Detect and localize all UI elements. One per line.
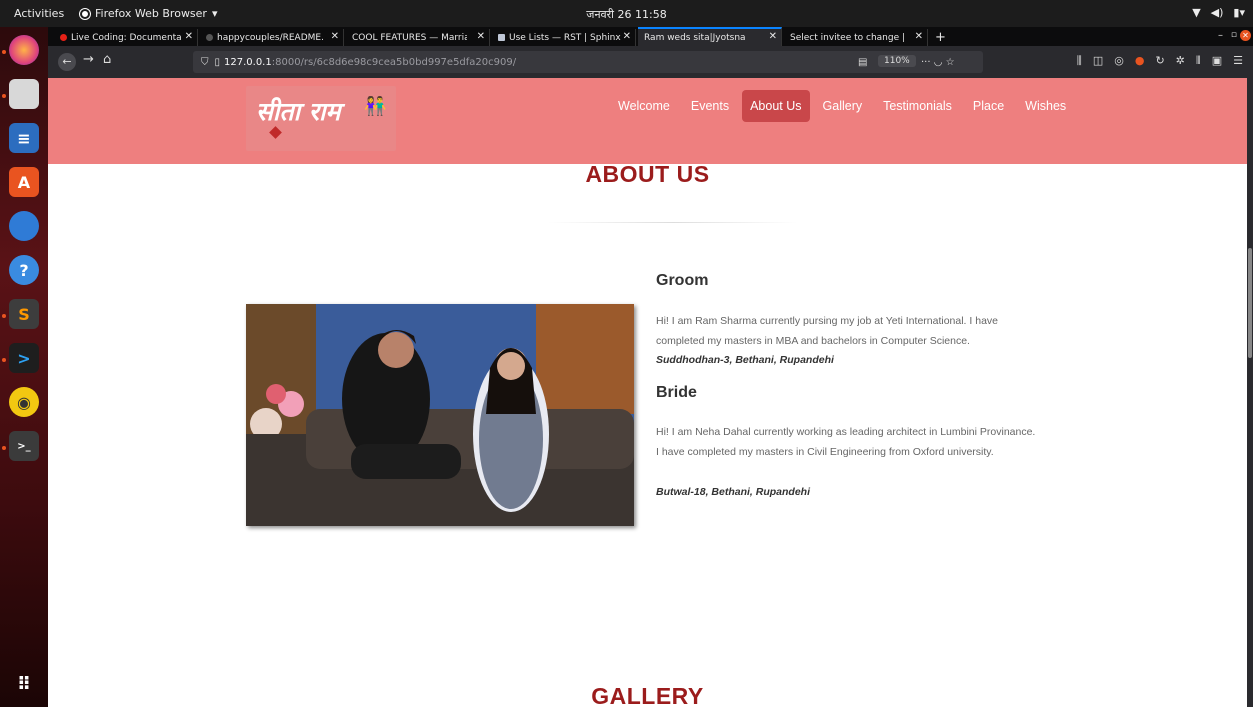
- tab-label: happycouples/README.: [217, 32, 324, 43]
- tab-cool-features[interactable]: COOL FEATURES — Marriag ✕: [346, 29, 490, 46]
- menu-icon[interactable]: ☰: [1233, 54, 1243, 68]
- bars-icon[interactable]: ⦀: [1196, 54, 1201, 68]
- youtube-icon: [60, 34, 67, 41]
- bride-address: Butwal-18, Bethani, Rupandehi: [656, 486, 811, 498]
- github-icon: [206, 34, 213, 41]
- running-indicator: [2, 50, 6, 54]
- wifi-icon: ▼: [1192, 6, 1201, 19]
- tab-ram-weds-sita[interactable]: Ram weds sita|Jyotsna ✕: [638, 27, 782, 46]
- software-dock-icon[interactable]: A: [9, 167, 39, 197]
- about-us-title: ABOUT US: [585, 161, 710, 187]
- nav-events[interactable]: Events: [683, 90, 737, 122]
- page-icon: ▯: [214, 56, 221, 68]
- close-icon[interactable]: ✕: [769, 31, 777, 42]
- close-icon[interactable]: ✕: [185, 31, 193, 42]
- site-logo[interactable]: सीता राम 👫: [246, 86, 396, 151]
- volume-icon: ◀): [1210, 6, 1224, 19]
- firefox-dock-icon[interactable]: [9, 35, 39, 65]
- page-scrollbar[interactable]: [1247, 78, 1253, 707]
- tab-happycouples[interactable]: happycouples/README. ✕: [200, 29, 344, 46]
- rhythmbox-dock-icon[interactable]: ◉: [9, 387, 39, 417]
- browser-tab-strip: Live Coding: Documenta ✕ happycouples/RE…: [48, 27, 1253, 46]
- files-dock-icon[interactable]: [9, 79, 39, 109]
- nav-wishes[interactable]: Wishes: [1017, 90, 1074, 122]
- toolbar-icons: ⫼ ◫ ◎ ● ↻ ✲ ⦀ ▣ ☰: [1077, 54, 1243, 68]
- zoom-level[interactable]: 110%: [878, 55, 916, 67]
- page-actions-icon[interactable]: ··· ◡ ☆: [921, 57, 955, 68]
- tab-select-invitee[interactable]: Select invitee to change | D ✕: [784, 29, 928, 46]
- shield-icon: ⛉: [201, 56, 209, 68]
- running-indicator: [2, 314, 6, 318]
- running-indicator: [2, 446, 6, 450]
- tab-use-lists[interactable]: Use Lists — RST | Sphinx ✕: [492, 29, 636, 46]
- couple-icon: 👫: [364, 96, 387, 117]
- url-bar[interactable]: ⛉ ▯ 127.0.0.1:8000/rs/6c8d6e98c9cea5b0bd…: [193, 51, 983, 73]
- close-icon[interactable]: ✕: [623, 31, 631, 42]
- tab-label: Live Coding: Documenta: [71, 32, 182, 43]
- gallery-title: GALLERY: [591, 683, 704, 707]
- groom-description: Hi! I am Ram Sharma currently pursing my…: [656, 315, 998, 347]
- bride-description: Hi! I am Neha Dahal currently working as…: [656, 426, 1036, 458]
- running-indicator: [2, 358, 6, 362]
- nav-testimonials[interactable]: Testimonials: [875, 90, 960, 122]
- couple-photo-image: [246, 304, 634, 526]
- nav-gallery[interactable]: Gallery: [815, 90, 871, 122]
- reader-icon[interactable]: ▣: [1212, 54, 1222, 68]
- tab-label: COOL FEATURES — Marriag: [352, 32, 467, 43]
- tab-label: Select invitee to change | D: [790, 32, 905, 43]
- groom-heading: Groom: [656, 272, 709, 289]
- groom-address: Suddhodhan-3, Bethani, Rupandehi: [656, 354, 834, 366]
- web-page: सीता राम 👫 Welcome Events About Us Galle…: [48, 78, 1247, 707]
- ubuntu-dock: ≡ A ? S > ◉ >_ ⠿: [0, 27, 48, 707]
- reader-view-icon[interactable]: ▤: [858, 57, 867, 68]
- show-apps-icon[interactable]: ⠿: [9, 669, 39, 699]
- site-nav: Welcome Events About Us Gallery Testimon…: [610, 90, 1079, 122]
- bride-heading: Bride: [656, 384, 697, 401]
- nav-place[interactable]: Place: [965, 90, 1012, 122]
- close-icon[interactable]: ✕: [915, 31, 923, 42]
- running-indicator: [2, 94, 6, 98]
- url-path: :8000/rs/6c8d6e98c9cea5b0bd997e5dfa20c90…: [271, 56, 517, 68]
- nav-welcome[interactable]: Welcome: [610, 90, 678, 122]
- sublime-dock-icon[interactable]: S: [9, 299, 39, 329]
- settings-icon[interactable]: ✲: [1176, 54, 1185, 68]
- back-arrow-icon[interactable]: ←: [58, 53, 76, 71]
- writer-dock-icon[interactable]: ≡: [9, 123, 39, 153]
- url-host: 127.0.0.1: [224, 56, 272, 68]
- battery-icon: ▮▾: [1233, 6, 1245, 19]
- system-clock[interactable]: जनवरी 26 11:58: [0, 7, 1253, 22]
- forward-arrow-icon[interactable]: →: [83, 52, 94, 67]
- account-icon[interactable]: ◎: [1114, 54, 1124, 68]
- logo-text: सीता राम: [256, 97, 341, 126]
- document-icon: [498, 34, 505, 41]
- restore-icon[interactable]: ▫: [1231, 30, 1237, 40]
- close-icon[interactable]: ✕: [331, 31, 339, 42]
- terminal-dock-icon[interactable]: >_: [9, 431, 39, 461]
- browser-nav-bar: ← → ⌂ ⛉ ▯ 127.0.0.1:8000/rs/6c8d6e98c9ce…: [48, 46, 1253, 78]
- tab-label: Use Lists — RST | Sphinx: [509, 32, 621, 43]
- couple-photo: [246, 304, 634, 526]
- vscode-dock-icon[interactable]: >: [9, 343, 39, 373]
- tab-label: Ram weds sita|Jyotsna: [644, 32, 746, 43]
- reload-icon[interactable]: ↻: [1155, 54, 1164, 68]
- window-close-icon[interactable]: ✕: [1240, 30, 1251, 41]
- diamond-icon: [269, 126, 282, 139]
- help-dock-icon[interactable]: ?: [9, 255, 39, 285]
- section-divider: [548, 222, 798, 223]
- minimize-icon[interactable]: –: [1218, 30, 1223, 41]
- tab-live-coding[interactable]: Live Coding: Documenta ✕: [54, 29, 198, 46]
- close-icon[interactable]: ✕: [477, 31, 485, 42]
- nav-about-us[interactable]: About Us: [742, 90, 810, 122]
- system-top-bar: Activities Firefox Web Browser ▾ जनवरी 2…: [0, 0, 1253, 27]
- sidebar-icon[interactable]: ◫: [1093, 54, 1103, 68]
- extension-icon[interactable]: ●: [1135, 54, 1145, 68]
- thunderbird-dock-icon[interactable]: [9, 211, 39, 241]
- home-icon[interactable]: ⌂: [103, 52, 111, 67]
- site-header: सीता राम 👫 Welcome Events About Us Galle…: [48, 78, 1247, 164]
- new-tab-button[interactable]: +: [932, 29, 950, 46]
- scroll-thumb[interactable]: [1248, 248, 1252, 358]
- system-tray[interactable]: ▼ ◀) ▮▾: [1192, 6, 1245, 19]
- library-icon[interactable]: ⫼: [1077, 54, 1082, 68]
